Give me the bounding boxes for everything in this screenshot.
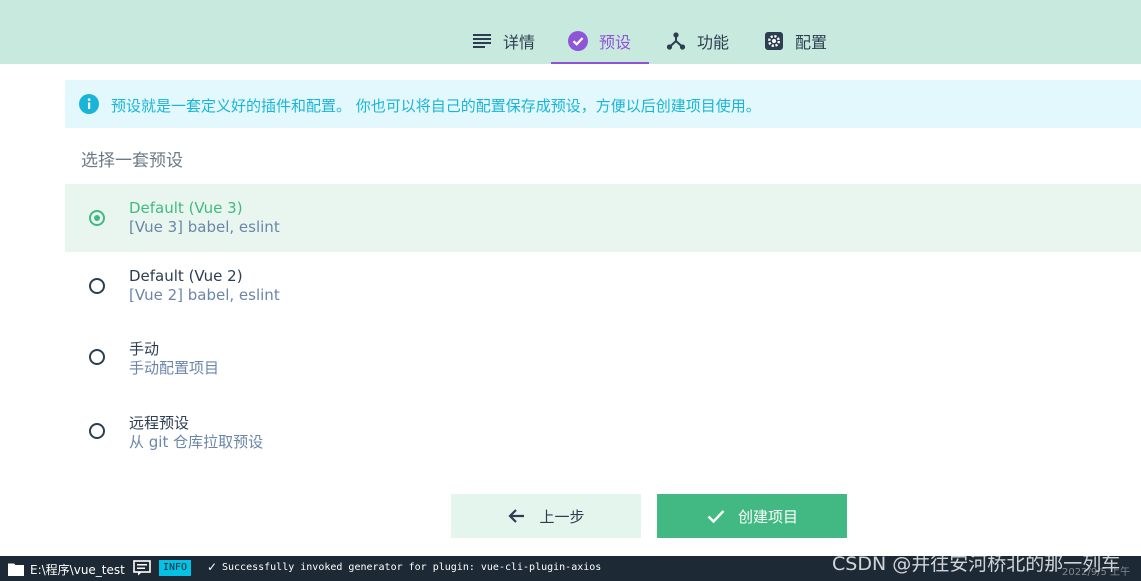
- preset-manual[interactable]: 手动 手动配置项目: [65, 323, 1141, 391]
- preset-default-vue3[interactable]: Default (Vue 3) [Vue 3] babel, eslint: [65, 184, 1141, 252]
- preset-default-vue2[interactable]: Default (Vue 2) [Vue 2] babel, eslint: [65, 252, 1141, 320]
- fork-icon: [665, 30, 687, 52]
- top-nav-bar: 详情 预设 功能 配置: [0, 0, 1141, 64]
- preset-name: 远程预设: [129, 414, 190, 432]
- radio[interactable]: [89, 349, 105, 365]
- tab-label: 功能: [697, 33, 730, 52]
- preset-name: Default (Vue 2): [129, 267, 243, 285]
- gear-icon: [763, 30, 785, 52]
- create-project-button[interactable]: 创建项目: [657, 494, 847, 538]
- previous-step-label: 上一步: [539, 507, 585, 526]
- project-path[interactable]: E:\程序\vue_test: [30, 561, 125, 578]
- folder-icon[interactable]: [8, 561, 24, 576]
- radio[interactable]: [89, 278, 105, 294]
- info-text: 预设就是一套定义好的插件和配置。 你也可以将自己的配置保存成预设，方便以后创建项…: [111, 97, 761, 115]
- preset-name: 手动: [129, 340, 160, 358]
- tab-config[interactable]: 配置: [747, 20, 845, 62]
- list-icon: [471, 30, 493, 52]
- success-check-icon: ✓: [207, 560, 218, 574]
- log-message[interactable]: Successfully invoked generator for plugi…: [222, 562, 601, 573]
- preset-desc: 从 git 仓库拉取预设: [129, 433, 264, 451]
- previous-step-button[interactable]: 上一步: [451, 494, 641, 538]
- check-icon: [706, 505, 728, 527]
- tab-features[interactable]: 功能: [649, 20, 747, 62]
- preset-name: Default (Vue 3): [129, 199, 243, 217]
- tab-bar: 详情 预设 功能 配置: [455, 20, 845, 64]
- tab-details[interactable]: 详情: [455, 20, 551, 62]
- check-circle-icon: [567, 30, 589, 52]
- radio-selected[interactable]: [89, 210, 105, 226]
- preset-desc: 手动配置项目: [129, 359, 220, 377]
- clock-date: 2022/9/5 上午: [1062, 567, 1131, 578]
- section-title: 选择一套预设: [81, 151, 183, 171]
- preset-desc: [Vue 3] babel, eslint: [129, 218, 280, 236]
- tab-presets[interactable]: 预设: [551, 20, 649, 64]
- preset-desc: [Vue 2] babel, eslint: [129, 286, 280, 304]
- radio[interactable]: [89, 423, 105, 439]
- log-level-badge: INFO: [159, 560, 192, 576]
- tab-label: 配置: [795, 33, 828, 52]
- create-project-label: 创建项目: [737, 507, 798, 526]
- preset-remote[interactable]: 远程预设 从 git 仓库拉取预设: [65, 397, 1141, 465]
- info-banner: 预设就是一套定义好的插件和配置。 你也可以将自己的配置保存成预设，方便以后创建项…: [65, 80, 1141, 128]
- tab-label: 预设: [599, 33, 632, 52]
- arrow-left-icon: [507, 505, 529, 527]
- tab-label: 详情: [503, 33, 536, 52]
- log-icon[interactable]: [133, 560, 151, 576]
- info-icon: [79, 94, 99, 114]
